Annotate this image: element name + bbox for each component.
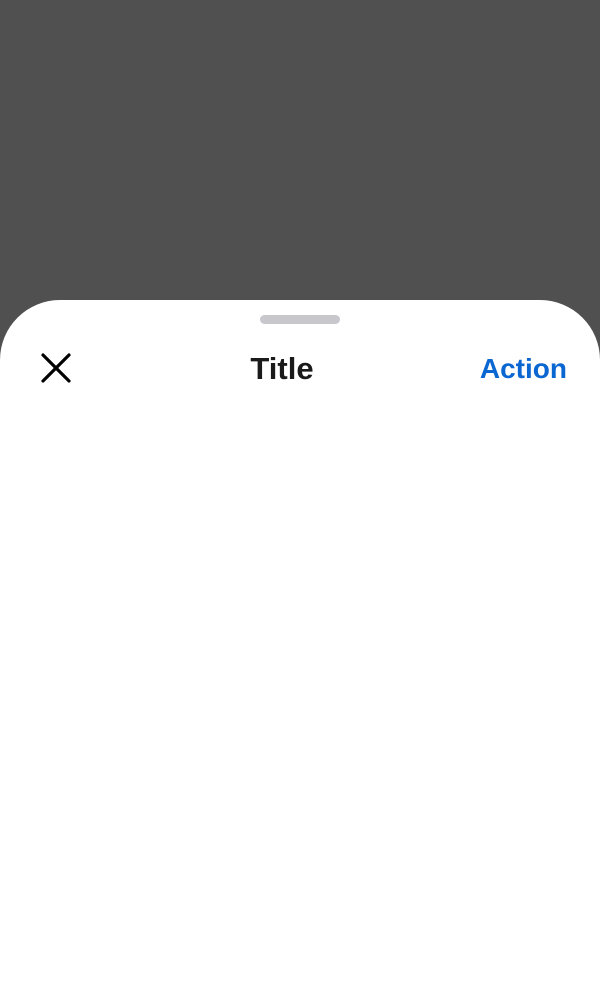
bottom-sheet: Title Action — [0, 300, 600, 1000]
sheet-header: Title Action — [0, 340, 600, 396]
action-button[interactable]: Action — [480, 350, 567, 388]
sheet-grabber-handle[interactable] — [260, 315, 340, 324]
